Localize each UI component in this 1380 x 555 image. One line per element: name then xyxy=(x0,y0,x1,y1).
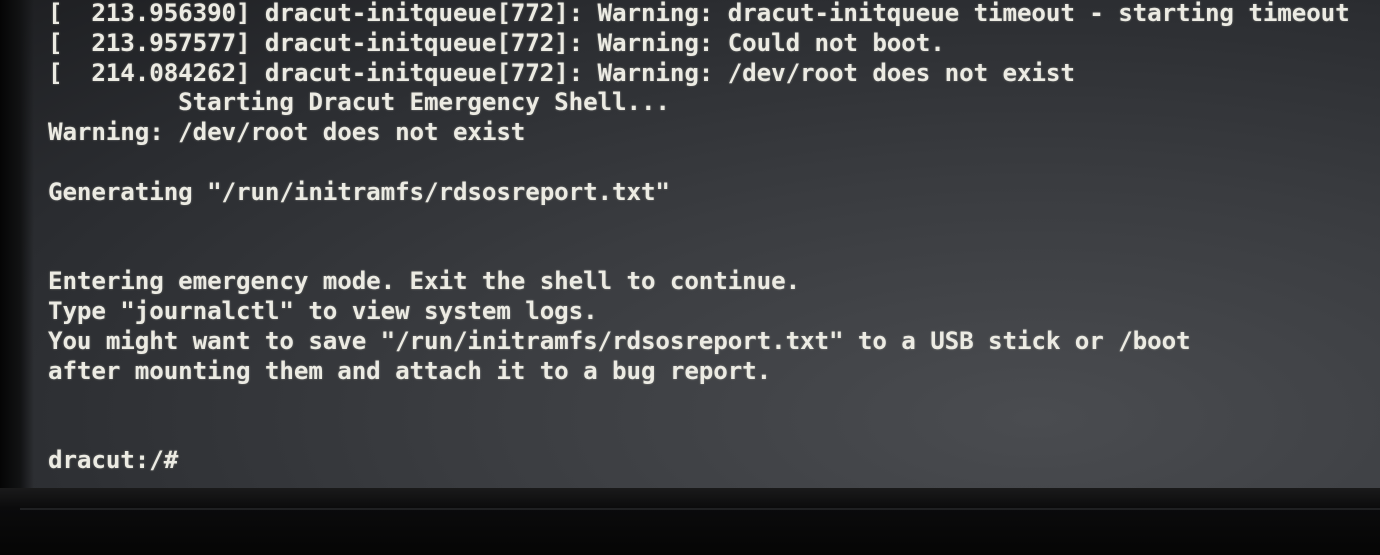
generating-line: Generating "/run/initramfs/rdsosreport.t… xyxy=(48,177,670,206)
emergency-message: Entering emergency mode. Exit the shell … xyxy=(48,267,801,296)
emergency-message: after mounting them and attach it to a b… xyxy=(48,356,772,385)
emergency-message: You might want to save "/run/initramfs/r… xyxy=(48,326,1191,355)
emergency-message: Type "journalctl" to view system logs. xyxy=(48,296,598,325)
bezel-edge xyxy=(20,508,1380,510)
terminal-console[interactable]: [ 213.956390] dracut-initqueue[772]: War… xyxy=(48,0,1350,476)
log-line: [ 213.957577] dracut-initqueue[772]: War… xyxy=(48,28,945,57)
monitor-bezel xyxy=(0,488,1380,555)
shell-prompt[interactable]: dracut:/# xyxy=(48,446,1350,476)
log-line: [ 214.084262] dracut-initqueue[772]: War… xyxy=(48,58,1075,87)
log-line: [ 213.956390] dracut-initqueue[772]: War… xyxy=(48,0,1350,27)
screen-edge xyxy=(0,0,34,492)
warning-line: Warning: /dev/root does not exist xyxy=(48,118,526,147)
status-line: Starting Dracut Emergency Shell... xyxy=(48,88,670,117)
